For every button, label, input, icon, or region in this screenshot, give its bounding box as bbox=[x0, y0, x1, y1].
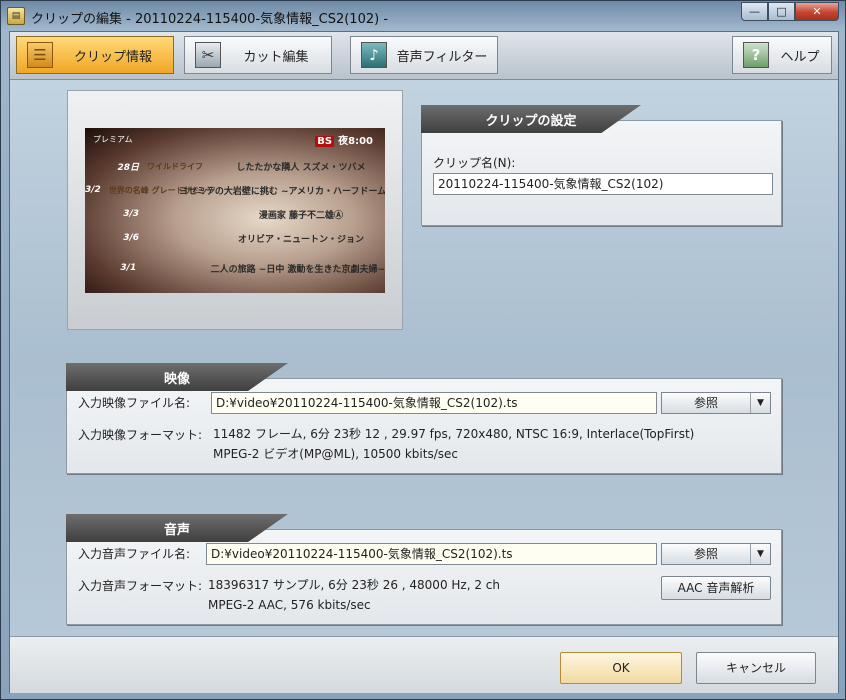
video-format-line2: MPEG-2 ビデオ(MP@ML), 10500 kbits/sec bbox=[213, 447, 458, 461]
ok-button[interactable]: OK bbox=[560, 652, 682, 684]
audio-file-input[interactable]: D:¥video¥20110224-115400-気象情報_CS2(102).t… bbox=[206, 543, 657, 565]
tab-audio-filter-label: 音声フィルター bbox=[396, 49, 488, 65]
audio-group: 音声 入力音声ファイル名: D:¥video¥20110224-115400-気… bbox=[66, 514, 782, 625]
clip-settings-header: クリップの設定 bbox=[421, 105, 641, 133]
music-note-icon: ♪ bbox=[361, 42, 387, 68]
preview-row: 3/2 世界の名峰 グレートサミッツ ヨセミテの大岩壁に挑む ~アメリカ・ハーフ… bbox=[85, 185, 385, 197]
audio-browse-button[interactable]: 参照 ▼ bbox=[661, 543, 771, 565]
tab-clip-info-label: クリップ情報 bbox=[73, 49, 152, 65]
close-button[interactable]: ✕ bbox=[795, 2, 839, 21]
audio-format-line2: MPEG-2 AAC, 576 kbits/sec bbox=[208, 598, 371, 612]
tab-bar: ☰ クリップ情報 ✂ カット編集 ♪ 音声フィルター ? ヘルプ bbox=[10, 32, 838, 80]
video-format-line1: 11482 フレーム, 6分 23秒 12 , 29.97 fps, 720x4… bbox=[213, 427, 695, 441]
video-file-label: 入力映像ファイル名: bbox=[78, 396, 191, 410]
dialog-footer: OK キャンセル bbox=[10, 636, 838, 693]
preview-row: 28日 ワイルドライフ したたかな隣人 スズメ・ツバメ bbox=[117, 161, 366, 173]
minimize-button[interactable]: — bbox=[741, 2, 768, 21]
preview-frame: プレミアム BS 夜8:00 28日 ワイルドライフ したたかな隣人 スズメ・ツバ… bbox=[85, 128, 385, 293]
video-browse-button[interactable]: 参照 ▼ bbox=[661, 392, 771, 414]
preview-row: 3/1 二人の旅路 ~日中 激動を生きた京劇夫婦~ bbox=[120, 263, 385, 275]
help-button[interactable]: ? ヘルプ bbox=[732, 36, 832, 74]
video-header: 映像 bbox=[66, 363, 288, 391]
help-label: ヘルプ bbox=[780, 49, 820, 65]
tab-clip-info[interactable]: ☰ クリップ情報 bbox=[16, 36, 174, 74]
preview-brand: プレミアム bbox=[93, 135, 133, 144]
maximize-button[interactable]: □ bbox=[768, 2, 795, 21]
clip-name-input[interactable]: 20110224-115400-気象情報_CS2(102) bbox=[433, 173, 773, 195]
tab-cut-edit[interactable]: ✂ カット編集 bbox=[184, 36, 332, 74]
preview-row: 3/3 漫画家 藤子不二雄Ⓐ bbox=[123, 209, 344, 221]
video-file-input[interactable]: D:¥video¥20110224-115400-気象情報_CS2(102).t… bbox=[211, 392, 657, 414]
dialog-body: ☰ クリップ情報 ✂ カット編集 ♪ 音声フィルター ? ヘルプ プレミアム B… bbox=[9, 31, 839, 693]
question-icon: ? bbox=[743, 42, 769, 68]
clip-settings-group: クリップの設定 クリップ名(N): 20110224-115400-気象情報_C… bbox=[421, 105, 782, 226]
dropdown-arrow-icon[interactable]: ▼ bbox=[750, 393, 770, 413]
window-controls: — □ ✕ bbox=[741, 2, 839, 22]
tab-cut-edit-label: カット編集 bbox=[243, 49, 309, 65]
tab-audio-filter[interactable]: ♪ 音声フィルター bbox=[350, 36, 498, 74]
title-bar[interactable]: ▤ クリップの編集 - 20110224-115400-気象情報_CS2(102… bbox=[1, 1, 845, 31]
clip-edit-window: ▤ クリップの編集 - 20110224-115400-気象情報_CS2(102… bbox=[0, 0, 846, 700]
app-icon: ▤ bbox=[7, 7, 25, 25]
scissors-icon: ✂ bbox=[195, 42, 221, 68]
cancel-button[interactable]: キャンセル bbox=[696, 652, 816, 684]
audio-browse-label[interactable]: 参照 bbox=[662, 544, 750, 564]
video-group: 映像 入力映像ファイル名: D:¥video¥20110224-115400-気… bbox=[66, 363, 782, 474]
audio-file-label: 入力音声ファイル名: bbox=[78, 547, 191, 561]
audio-header: 音声 bbox=[66, 514, 288, 542]
video-format-label: 入力映像フォーマット: bbox=[78, 428, 203, 442]
video-preview: プレミアム BS 夜8:00 28日 ワイルドライフ したたかな隣人 スズメ・ツバ… bbox=[67, 90, 403, 330]
dropdown-arrow-icon[interactable]: ▼ bbox=[750, 544, 770, 564]
window-title: クリップの編集 - 20110224-115400-気象情報_CS2(102) … bbox=[31, 12, 389, 27]
preview-row: 3/6 オリビア・ニュートン・ジョン bbox=[123, 233, 364, 245]
clip-name-label: クリップ名(N): bbox=[433, 156, 516, 170]
audio-format-line1: 18396317 サンプル, 6分 23秒 26 , 48000 Hz, 2 c… bbox=[208, 578, 500, 592]
aac-analyze-button[interactable]: AAC 音声解析 bbox=[661, 576, 771, 600]
video-browse-label[interactable]: 参照 bbox=[662, 393, 750, 413]
audio-format-label: 入力音声フォーマット: bbox=[78, 579, 203, 593]
preview-header: BS 夜8:00 bbox=[315, 136, 373, 147]
clip-info-icon: ☰ bbox=[27, 42, 53, 68]
